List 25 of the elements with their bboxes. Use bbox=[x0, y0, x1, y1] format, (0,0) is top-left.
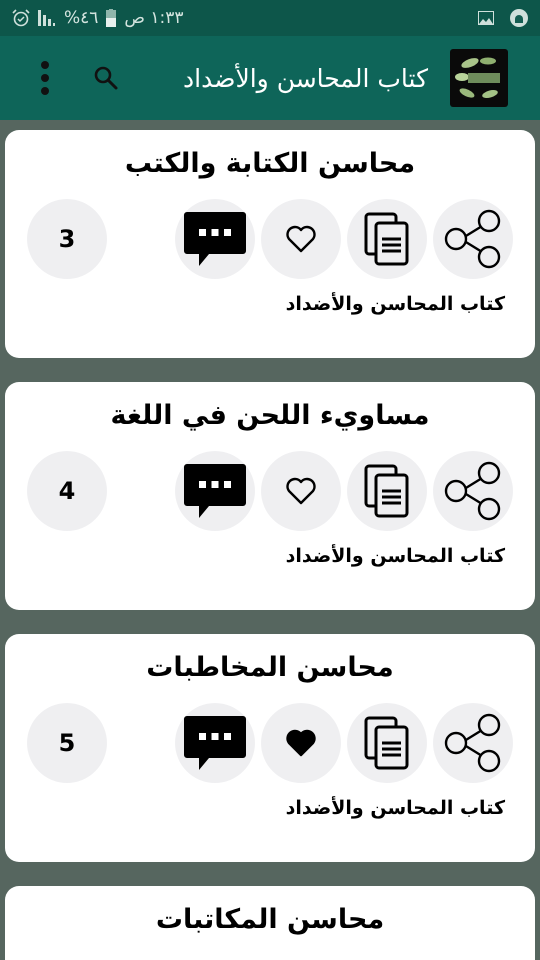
copy-icon bbox=[363, 211, 411, 267]
comment-icon bbox=[183, 462, 247, 520]
image-icon bbox=[478, 11, 494, 25]
card-title: مساويء اللحن في اللغة bbox=[109, 400, 431, 431]
menu-icon[interactable] bbox=[40, 60, 50, 96]
app-title: كتاب المحاسن والأضداد bbox=[183, 64, 428, 92]
book-name: كتاب المحاسن والأضداد bbox=[284, 545, 506, 567]
comment-icon bbox=[183, 714, 247, 772]
count-badge: 5 bbox=[27, 703, 107, 783]
signal-icon bbox=[38, 10, 56, 26]
count-badge: 3 bbox=[27, 199, 107, 279]
alarm-icon bbox=[12, 9, 30, 27]
book-name: كتاب المحاسن والأضداد bbox=[284, 293, 506, 315]
card-title: محاسن المكاتبات bbox=[154, 904, 386, 935]
copy-icon bbox=[363, 715, 411, 771]
book-name: كتاب المحاسن والأضداد bbox=[284, 797, 506, 819]
battery-percent: %٤٦ bbox=[64, 8, 98, 28]
card-title: محاسن الكتابة والكتب bbox=[124, 148, 416, 179]
comment-icon bbox=[183, 210, 247, 268]
search-icon[interactable] bbox=[92, 64, 120, 92]
status-time: ١:٣٣ ص bbox=[124, 8, 184, 28]
battery-icon bbox=[106, 9, 116, 27]
count-badge: 4 bbox=[27, 451, 107, 531]
card-title: محاسن المخاطبات bbox=[145, 652, 395, 683]
copy-icon bbox=[363, 463, 411, 519]
